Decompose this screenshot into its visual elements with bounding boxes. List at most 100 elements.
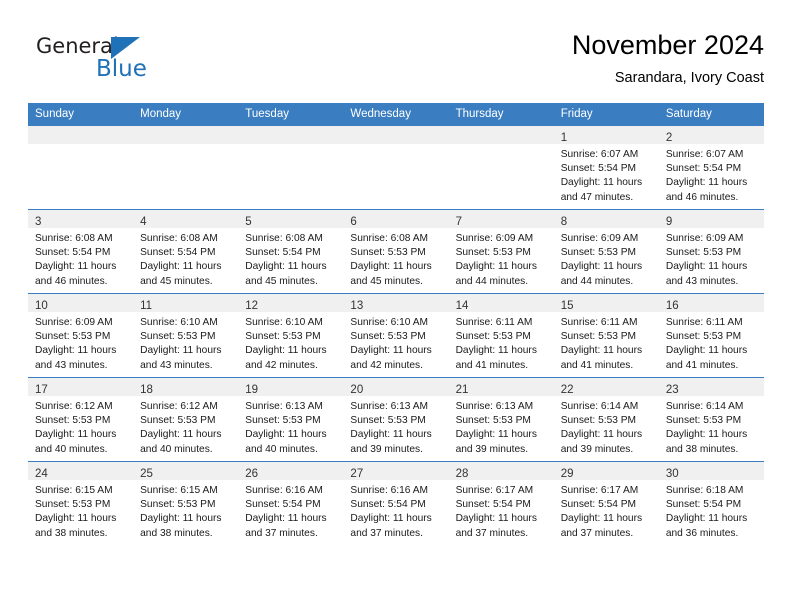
daylight-text-line2: and 43 minutes. [140, 359, 213, 371]
calendar-day-cell[interactable]: 29 Sunrise: 6:17 AM Sunset: 5:54 PM Dayligh… [553, 461, 659, 545]
sunrise-text: Sunrise: 6:11 AM [665, 317, 743, 328]
sunrise-text: Sunrise: 6:07 AM [560, 149, 639, 160]
daylight-text-line2: and 42 minutes. [350, 359, 423, 371]
calendar-day-cell[interactable]: 10 Sunrise: 6:09 AM Sunset: 5:53 PM Dayligh… [28, 293, 134, 378]
calendar-day-cell[interactable]: 9 Sunrise: 6:09 AM Sunset: 5:53 PM Daylight… [658, 209, 764, 294]
daylight-text-line1: Daylight: 11 hours [35, 261, 117, 273]
day-number: 5 [245, 216, 252, 228]
sunrise-text: Sunrise: 6:09 AM [665, 233, 744, 244]
daylight-text-line1: Daylight: 11 hours [350, 345, 432, 357]
sunrise-text: Sunrise: 6:11 AM [455, 317, 533, 328]
weekday-header-wednesday: Wednesday [343, 103, 449, 126]
calendar-day-cell[interactable]: 24 Sunrise: 6:15 AM Sunset: 5:53 PM Dayligh… [28, 461, 134, 545]
calendar-day-cell[interactable]: 11 Sunrise: 6:10 AM Sunset: 5:53 PM Dayligh… [133, 293, 239, 378]
day-number: 3 [35, 216, 42, 228]
day-details: Sunrise: 6:09 AM Sunset: 5:53 PM Daylight:… [28, 312, 133, 373]
day-number-strip [343, 126, 449, 144]
page-title: November 2024 [571, 30, 764, 60]
daylight-text-line1: Daylight: 11 hours [455, 513, 537, 525]
calendar-day-cell[interactable]: 20 Sunrise: 6:13 AM Sunset: 5:53 PM Dayligh… [343, 377, 449, 462]
sunset-text: Sunset: 5:54 PM [455, 499, 531, 511]
calendar-day-cell-empty [238, 125, 344, 210]
daylight-text-line2: and 40 minutes. [245, 443, 318, 455]
day-number-strip: 29 [553, 462, 659, 480]
day-details: Sunrise: 6:09 AM Sunset: 5:53 PM Daylight:… [659, 228, 764, 289]
calendar-day-cell[interactable]: 12 Sunrise: 6:10 AM Sunset: 5:53 PM Dayligh… [238, 293, 344, 378]
daylight-text-line1: Daylight: 11 hours [560, 513, 643, 525]
daylight-text-line2: and 47 minutes. [560, 191, 634, 203]
calendar-day-cell[interactable]: 1 Sunrise: 6:07 AM Sunset: 5:54 PM Daylight… [553, 125, 659, 210]
sunset-text: Sunset: 5:53 PM [560, 331, 637, 343]
daylight-text-line1: Daylight: 11 hours [245, 345, 327, 357]
sunset-text: Sunset: 5:53 PM [455, 415, 531, 427]
day-number-strip: 28 [448, 462, 554, 480]
calendar-day-cell[interactable]: 3 Sunrise: 6:08 AM Sunset: 5:54 PM Daylight… [28, 209, 134, 294]
calendar-day-cell[interactable]: 25 Sunrise: 6:15 AM Sunset: 5:53 PM Dayligh… [133, 461, 239, 545]
calendar-day-cell[interactable]: 2 Sunrise: 6:07 AM Sunset: 5:54 PM Daylight… [658, 125, 764, 210]
calendar-day-cell[interactable]: 6 Sunrise: 6:08 AM Sunset: 5:53 PM Daylight… [343, 209, 449, 294]
day-number: 22 [560, 384, 574, 396]
day-number-strip [133, 126, 239, 144]
sunrise-text: Sunrise: 6:08 AM [35, 233, 113, 244]
calendar-day-cell[interactable]: 30 Sunrise: 6:18 AM Sunset: 5:54 PM Dayligh… [658, 461, 764, 545]
daylight-text-line1: Daylight: 11 hours [665, 513, 748, 525]
day-details: Sunrise: 6:13 AM Sunset: 5:53 PM Daylight:… [238, 396, 343, 457]
daylight-text-line2: and 43 minutes. [35, 359, 108, 371]
day-details: Sunrise: 6:14 AM Sunset: 5:53 PM Daylight:… [659, 396, 764, 457]
calendar-day-cell[interactable]: 4 Sunrise: 6:08 AM Sunset: 5:54 PM Daylight… [133, 209, 239, 294]
calendar-day-cell[interactable]: 27 Sunrise: 6:16 AM Sunset: 5:54 PM Dayligh… [343, 461, 449, 545]
daylight-text-line2: and 46 minutes. [665, 191, 739, 203]
calendar-day-cell[interactable]: 22 Sunrise: 6:14 AM Sunset: 5:53 PM Dayligh… [553, 377, 659, 462]
daylight-text-line2: and 38 minutes. [665, 443, 739, 455]
day-number-strip: 24 [28, 462, 134, 480]
sunset-text: Sunset: 5:54 PM [245, 499, 321, 511]
day-number-strip: 9 [658, 210, 764, 228]
sunset-text: Sunset: 5:53 PM [350, 415, 426, 427]
calendar-day-cell[interactable]: 17 Sunrise: 6:12 AM Sunset: 5:53 PM Dayligh… [28, 377, 134, 462]
daylight-text-line1: Daylight: 11 hours [35, 513, 117, 525]
calendar-day-cell[interactable]: 16 Sunrise: 6:11 AM Sunset: 5:53 PM Dayligh… [658, 293, 764, 378]
sunset-text: Sunset: 5:54 PM [140, 247, 216, 259]
day-number-strip: 23 [658, 378, 764, 396]
daylight-text-line1: Daylight: 11 hours [665, 429, 748, 441]
calendar-week-row: 1 Sunrise: 6:07 AM Sunset: 5:54 PM Daylight… [28, 125, 764, 210]
sunrise-text: Sunrise: 6:10 AM [140, 317, 218, 328]
day-number: 14 [455, 300, 469, 312]
daylight-text-line2: and 40 minutes. [140, 443, 213, 455]
calendar-day-cell[interactable]: 5 Sunrise: 6:08 AM Sunset: 5:54 PM Daylight… [238, 209, 344, 294]
sunrise-text: Sunrise: 6:08 AM [245, 233, 323, 244]
daylight-text-line1: Daylight: 11 hours [560, 177, 643, 189]
sunrise-text: Sunrise: 6:08 AM [140, 233, 218, 244]
general-blue-logo[interactable]: General Blue [36, 34, 156, 86]
calendar-day-cell[interactable]: 28 Sunrise: 6:17 AM Sunset: 5:54 PM Dayligh… [448, 461, 554, 545]
day-details: Sunrise: 6:10 AM Sunset: 5:53 PM Daylight:… [133, 312, 238, 373]
day-details: Sunrise: 6:12 AM Sunset: 5:53 PM Daylight:… [28, 396, 133, 457]
calendar-day-cell[interactable]: 8 Sunrise: 6:09 AM Sunset: 5:53 PM Daylight… [553, 209, 659, 294]
day-number: 30 [665, 468, 679, 480]
day-number-strip: 22 [553, 378, 659, 396]
day-number: 21 [455, 384, 469, 396]
calendar-day-cell-empty [448, 125, 554, 210]
daylight-text-line1: Daylight: 11 hours [245, 429, 327, 441]
calendar-day-cell[interactable]: 15 Sunrise: 6:11 AM Sunset: 5:53 PM Dayligh… [553, 293, 659, 378]
calendar-day-cell[interactable]: 19 Sunrise: 6:13 AM Sunset: 5:53 PM Dayligh… [238, 377, 344, 462]
day-number: 4 [140, 216, 147, 228]
calendar-day-cell[interactable]: 14 Sunrise: 6:11 AM Sunset: 5:53 PM Dayligh… [448, 293, 554, 378]
calendar-day-cell[interactable]: 21 Sunrise: 6:13 AM Sunset: 5:53 PM Dayligh… [448, 377, 554, 462]
daylight-text-line1: Daylight: 11 hours [455, 429, 537, 441]
daylight-text-line1: Daylight: 11 hours [665, 261, 748, 273]
daylight-text-line2: and 45 minutes. [350, 275, 423, 287]
day-number-strip: 7 [448, 210, 554, 228]
calendar-day-cell[interactable]: 13 Sunrise: 6:10 AM Sunset: 5:53 PM Dayligh… [343, 293, 449, 378]
calendar-day-cell[interactable]: 23 Sunrise: 6:14 AM Sunset: 5:53 PM Dayligh… [658, 377, 764, 462]
day-number-strip: 20 [343, 378, 449, 396]
sunset-text: Sunset: 5:53 PM [35, 331, 111, 343]
calendar-day-cell-empty [28, 125, 134, 210]
daylight-text-line1: Daylight: 11 hours [560, 345, 643, 357]
calendar-day-cell[interactable]: 18 Sunrise: 6:12 AM Sunset: 5:53 PM Dayligh… [133, 377, 239, 462]
daylight-text-line1: Daylight: 11 hours [560, 429, 643, 441]
calendar-day-cell[interactable]: 7 Sunrise: 6:09 AM Sunset: 5:53 PM Daylight… [448, 209, 554, 294]
day-number: 25 [140, 468, 153, 480]
calendar-day-cell[interactable]: 26 Sunrise: 6:16 AM Sunset: 5:54 PM Dayligh… [238, 461, 344, 545]
sunset-text: Sunset: 5:53 PM [245, 331, 321, 343]
